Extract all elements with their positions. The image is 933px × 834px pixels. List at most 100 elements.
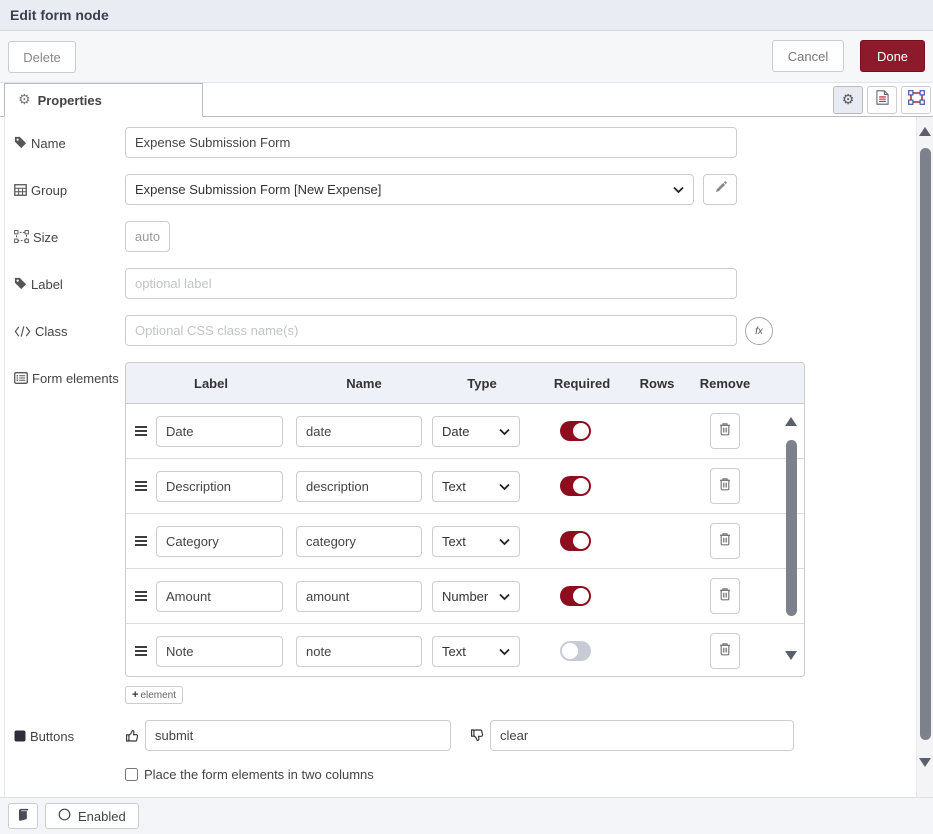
two-columns-row: Place the form elements in two columns bbox=[125, 767, 903, 782]
tab-button-properties[interactable]: ⚙ bbox=[833, 86, 863, 114]
scroll-down-arrow[interactable] bbox=[919, 758, 931, 767]
drag-handle[interactable] bbox=[126, 535, 156, 547]
col-header-remove: Remove bbox=[682, 376, 768, 391]
buttons-inputs bbox=[125, 720, 794, 751]
element-type-select[interactable]: Date bbox=[432, 416, 520, 447]
object-group-icon bbox=[14, 229, 29, 249]
element-label-input[interactable] bbox=[156, 636, 283, 667]
scrollbar-thumb[interactable] bbox=[920, 148, 931, 740]
tag-icon bbox=[14, 276, 27, 296]
element-type-value: Date bbox=[442, 424, 469, 439]
drag-handle[interactable] bbox=[126, 425, 156, 437]
edit-group-button[interactable] bbox=[703, 174, 737, 205]
elements-table-body: Date Text bbox=[126, 404, 804, 676]
submit-button-input[interactable] bbox=[145, 720, 451, 751]
trash-icon bbox=[719, 642, 731, 661]
remove-element-button[interactable] bbox=[710, 468, 740, 504]
required-toggle[interactable] bbox=[560, 531, 591, 551]
scroll-down-arrow[interactable] bbox=[785, 651, 797, 660]
scroll-up-arrow[interactable] bbox=[785, 417, 797, 426]
chevron-down-icon bbox=[499, 424, 510, 439]
main-scrollbar[interactable] bbox=[916, 117, 933, 797]
element-name-input[interactable] bbox=[296, 581, 422, 612]
drag-handle[interactable] bbox=[126, 480, 156, 492]
size-auto-button[interactable]: auto bbox=[125, 221, 170, 252]
element-label-input[interactable] bbox=[156, 471, 283, 502]
element-label-input[interactable] bbox=[156, 581, 283, 612]
pencil-icon bbox=[714, 181, 727, 199]
element-label-input[interactable] bbox=[156, 416, 283, 447]
chevron-down-icon bbox=[499, 534, 510, 549]
element-type-value: Number bbox=[442, 589, 488, 604]
tab-bar: ⚙ Properties ⚙ bbox=[0, 83, 933, 117]
remove-element-button[interactable] bbox=[710, 523, 740, 559]
clear-button-input[interactable] bbox=[490, 720, 794, 751]
tag-icon bbox=[14, 135, 27, 155]
help-button[interactable] bbox=[8, 803, 38, 829]
label-input[interactable] bbox=[125, 268, 737, 299]
col-header-type: Type bbox=[432, 376, 532, 391]
form-elements-label: Form elements bbox=[14, 362, 125, 390]
scroll-up-arrow[interactable] bbox=[919, 127, 931, 136]
col-header-name: Name bbox=[296, 376, 432, 391]
delete-button[interactable]: Delete bbox=[8, 41, 76, 73]
buttons-row: Buttons bbox=[14, 720, 903, 751]
element-type-value: Text bbox=[442, 479, 466, 494]
element-type-select[interactable]: Text bbox=[432, 471, 520, 502]
element-type-value: Text bbox=[442, 644, 466, 659]
element-type-select[interactable]: Text bbox=[432, 526, 520, 557]
grip-lines-icon bbox=[134, 425, 148, 437]
element-name-input[interactable] bbox=[296, 471, 422, 502]
size-label: Size bbox=[14, 221, 125, 249]
element-type-select[interactable]: Text bbox=[432, 636, 520, 667]
element-type-select[interactable]: Number bbox=[432, 581, 520, 612]
group-select-value: Expense Submission Form [New Expense] bbox=[135, 182, 381, 197]
element-name-input[interactable] bbox=[296, 526, 422, 557]
remove-element-button[interactable] bbox=[710, 578, 740, 614]
required-toggle[interactable] bbox=[560, 641, 591, 661]
object-group-icon bbox=[908, 90, 925, 110]
scrollbar-thumb[interactable] bbox=[786, 440, 797, 616]
table-scrollbar[interactable] bbox=[783, 404, 800, 676]
remove-element-button[interactable] bbox=[710, 413, 740, 449]
element-name-input[interactable] bbox=[296, 416, 422, 447]
name-label: Name bbox=[14, 127, 125, 155]
remove-element-button[interactable] bbox=[710, 633, 740, 669]
dialog-footer: Enabled bbox=[0, 797, 933, 834]
drag-handle[interactable] bbox=[126, 645, 156, 657]
group-label: Group bbox=[14, 174, 125, 202]
element-label-input[interactable] bbox=[156, 526, 283, 557]
drag-handle[interactable] bbox=[126, 590, 156, 602]
class-input[interactable] bbox=[125, 315, 737, 346]
grip-lines-icon bbox=[134, 645, 148, 657]
grip-lines-icon bbox=[134, 535, 148, 547]
tab-button-description[interactable] bbox=[867, 86, 897, 114]
two-columns-checkbox[interactable] bbox=[125, 768, 138, 781]
trash-icon bbox=[719, 477, 731, 496]
name-input[interactable] bbox=[125, 127, 737, 158]
cancel-button[interactable]: Cancel bbox=[772, 40, 844, 72]
name-row: Name bbox=[14, 127, 903, 158]
done-button[interactable]: Done bbox=[860, 40, 925, 72]
enabled-toggle-button[interactable]: Enabled bbox=[45, 803, 139, 829]
plus-icon: + bbox=[132, 689, 138, 701]
element-name-input[interactable] bbox=[296, 636, 422, 667]
grip-lines-icon bbox=[134, 480, 148, 492]
tab-button-appearance[interactable] bbox=[901, 86, 931, 114]
table-icon bbox=[14, 182, 27, 202]
fx-icon: fx bbox=[755, 326, 763, 337]
class-label: Class bbox=[14, 315, 125, 343]
add-element-button[interactable]: +element bbox=[125, 686, 183, 704]
env-var-button[interactable]: fx bbox=[745, 317, 773, 345]
label-label: Label bbox=[14, 268, 125, 296]
chevron-down-icon bbox=[673, 182, 684, 197]
required-toggle[interactable] bbox=[560, 586, 591, 606]
chevron-down-icon bbox=[499, 479, 510, 494]
tray-left-edge bbox=[4, 86, 5, 834]
required-toggle[interactable] bbox=[560, 476, 591, 496]
required-toggle[interactable] bbox=[560, 421, 591, 441]
edit-form-node-dialog: Edit form node Delete Cancel Done ⚙ Prop… bbox=[0, 0, 933, 834]
form-elements-row: Form elements Label Name Type Required R… bbox=[14, 362, 903, 677]
tab-properties[interactable]: ⚙ Properties bbox=[4, 83, 203, 117]
group-select[interactable]: Expense Submission Form [New Expense] bbox=[125, 174, 694, 205]
